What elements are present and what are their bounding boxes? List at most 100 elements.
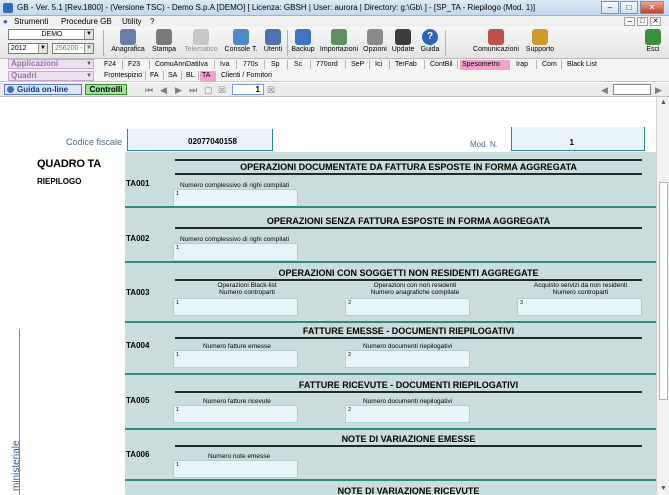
tab-770s[interactable]: 770s xyxy=(241,60,260,70)
tab-separator xyxy=(198,71,199,80)
menu-strumenti[interactable]: Strumenti xyxy=(14,17,48,26)
menu-help[interactable]: ? xyxy=(150,17,154,26)
section-code: TA003 xyxy=(126,288,150,297)
backup-button[interactable]: Backup xyxy=(290,28,316,58)
tab-sc[interactable]: Sc xyxy=(292,60,304,70)
ta004-input-2[interactable]: 2 xyxy=(345,350,470,368)
guida-online-button[interactable]: Guida on-line xyxy=(4,84,82,95)
field-label: Numero documenti riepilogativi xyxy=(363,343,453,350)
vertical-scrollbar[interactable]: ▲ ▼ xyxy=(656,97,669,495)
support-icon xyxy=(532,29,548,45)
tab-ta[interactable]: TA xyxy=(200,71,216,81)
new-page-icon[interactable]: ▢ xyxy=(204,85,213,96)
tab-black-list[interactable]: Black List xyxy=(565,60,599,70)
previous-page-icon[interactable]: ◀ xyxy=(160,85,167,96)
users-icon xyxy=(265,29,281,45)
page-number-input[interactable]: 1 xyxy=(232,84,264,95)
section-heading: FATTURE EMESSE - DOCUMENTI RIEPILOGATIVI xyxy=(302,326,515,336)
ta004-input-1[interactable]: 1 xyxy=(173,350,298,368)
zoom-select[interactable] xyxy=(613,84,651,95)
tab-sp[interactable]: Sp xyxy=(269,60,282,70)
tab-iva[interactable]: Iva xyxy=(218,60,231,70)
backup-label: Backup xyxy=(291,46,315,53)
importazioni-button[interactable]: Importazioni xyxy=(318,28,360,58)
tab-irap[interactable]: Irap xyxy=(514,60,530,70)
ta005-input-2[interactable]: 2 xyxy=(345,405,470,423)
scroll-down-icon[interactable]: ▼ xyxy=(658,483,669,495)
tab-frontespizio[interactable]: Frontespizio xyxy=(102,71,144,81)
telematico-button[interactable]: Telematico xyxy=(181,28,221,58)
code-select[interactable]: 256200 - ▼ xyxy=(52,43,94,54)
menu-icon[interactable]: ● xyxy=(3,17,8,26)
esci-button[interactable]: Esci xyxy=(642,28,664,58)
minimize-button[interactable]: – xyxy=(601,1,619,14)
section-rule xyxy=(175,279,642,281)
tab-f24[interactable]: F24 xyxy=(102,60,118,70)
tab-clienti-fornitori[interactable]: Clienti / Fornitori xyxy=(219,71,274,81)
next-page-icon[interactable]: ▶ xyxy=(175,85,182,96)
maximize-button[interactable]: □ xyxy=(620,1,638,14)
year-select[interactable]: 2012 ▼ xyxy=(8,43,48,54)
anagrafica-button[interactable]: Anagrafica xyxy=(109,28,147,58)
section-rule xyxy=(175,391,642,393)
update-button[interactable]: Update xyxy=(390,28,416,58)
ta002-input[interactable]: 1 xyxy=(173,243,298,261)
child-restore-button[interactable]: □ xyxy=(637,17,648,26)
applicazioni-select[interactable]: Applicazioni ▼ xyxy=(8,59,94,69)
section-heading: OPERAZIONI SENZA FATTURA ESPOSTE IN FORM… xyxy=(266,216,551,226)
controlli-button[interactable]: Controlli xyxy=(85,84,127,95)
tab-sep[interactable]: SeP xyxy=(349,60,366,70)
ta005-input-1[interactable]: 1 xyxy=(173,405,298,423)
scroll-left-icon[interactable]: ◀ xyxy=(601,85,608,96)
scroll-up-icon[interactable]: ▲ xyxy=(658,97,669,109)
tab-sa[interactable]: SA xyxy=(166,71,179,81)
anagrafica-label: Anagrafica xyxy=(111,46,145,53)
company-select[interactable]: DEMO ▼ xyxy=(8,29,94,40)
scrollbar-thumb[interactable] xyxy=(659,182,668,400)
section-heading: OPERAZIONI DOCUMENTATE DA FATTURA ESPOST… xyxy=(240,162,577,172)
tab-terfab[interactable]: TerFab xyxy=(393,60,419,70)
menu-procedure-gb[interactable]: Procedure GB xyxy=(61,17,112,26)
first-page-icon[interactable]: ⏮ xyxy=(145,85,153,96)
child-close-button[interactable]: ✕ xyxy=(650,17,661,26)
tab-separator xyxy=(163,71,164,80)
tab-contbil[interactable]: ContBil xyxy=(428,60,455,70)
stampa-button[interactable]: Stampa xyxy=(150,28,178,58)
mod-number-field[interactable]: 1 xyxy=(511,127,645,151)
ta006-input[interactable]: 1 xyxy=(173,460,298,478)
tab-bl[interactable]: BL xyxy=(184,71,197,81)
tab-770ord[interactable]: 770ord xyxy=(314,60,340,70)
section-ta004: FATTURE EMESSE - DOCUMENTI RIEPILOGATIVI… xyxy=(125,323,656,375)
tab-ici[interactable]: Ici xyxy=(373,60,384,70)
tab-comuanndatiiva[interactable]: ComuAnnDatiIva xyxy=(153,60,210,70)
tab-separator xyxy=(536,60,537,69)
utenti-button[interactable]: Utenti xyxy=(262,28,284,58)
scroll-right-icon[interactable]: ▶ xyxy=(655,85,662,96)
child-minimize-button[interactable]: – xyxy=(624,17,635,26)
delete-page-icon[interactable]: ☒ xyxy=(218,85,226,96)
ta003-input-1[interactable]: 1 xyxy=(173,298,298,316)
globe-icon xyxy=(7,86,14,93)
field-label: Numero note emesse xyxy=(208,453,271,460)
menu-utility[interactable]: Utility xyxy=(122,17,142,26)
console-button[interactable]: Console T. xyxy=(223,28,259,58)
quadri-select[interactable]: Quadri ▼ xyxy=(8,71,94,81)
supporto-button[interactable]: Supporto xyxy=(524,28,556,58)
ta003-input-2[interactable]: 2 xyxy=(345,298,470,316)
close-button[interactable]: ✕ xyxy=(640,1,664,14)
address-book-icon xyxy=(120,29,136,45)
tab-spesometro[interactable]: Spesometro xyxy=(460,60,510,70)
communications-icon xyxy=(488,29,504,45)
opzioni-button[interactable]: Opzioni xyxy=(362,28,388,58)
tab-f23[interactable]: F23 xyxy=(126,60,142,70)
page-delete-icon[interactable]: ☒ xyxy=(267,85,275,96)
ta001-input[interactable]: 1 xyxy=(173,189,298,207)
codice-fiscale-field[interactable]: 02077040158 xyxy=(127,129,273,151)
ta003-input-3[interactable]: 3 xyxy=(517,298,642,316)
last-page-icon[interactable]: ⏭ xyxy=(189,85,197,96)
comunicazioni-button[interactable]: Comunicazioni xyxy=(473,28,519,58)
tab-fa[interactable]: FA xyxy=(148,71,161,81)
guida-button[interactable]: ? Guida xyxy=(419,28,441,58)
comunicazioni-label: Comunicazioni xyxy=(473,46,519,53)
tab-com[interactable]: Com xyxy=(540,60,559,70)
